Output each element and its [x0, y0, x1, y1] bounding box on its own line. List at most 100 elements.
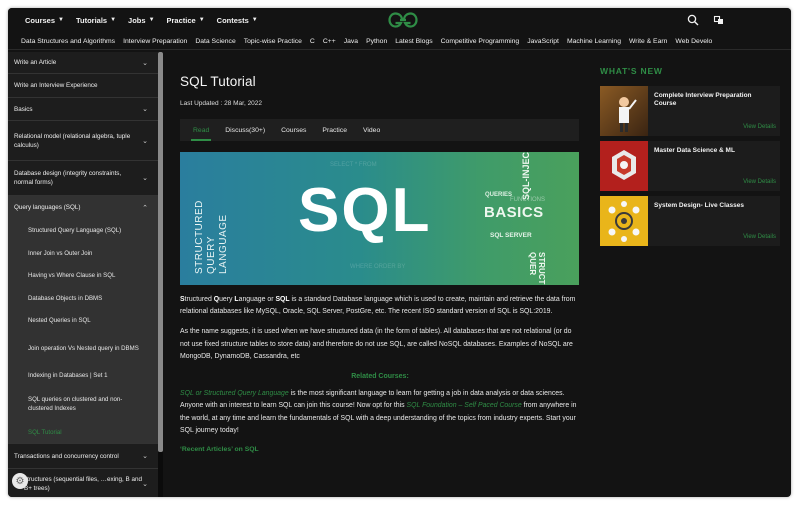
banner-ghost-text: SELECT * FROM: [330, 162, 377, 168]
sidebar-item-interview-experience[interactable]: Write an Interview Experience: [8, 74, 158, 98]
sidebar-subitem-label: Join operation Vs Nested query in DBMS: [28, 344, 139, 352]
sidebar-subitem[interactable]: Indexing in Databases | Set 1: [8, 364, 158, 386]
sidebar-item-query-languages[interactable]: Query languages (SQL) ⌃: [8, 196, 158, 219]
category-link[interactable]: Latest Blogs: [395, 38, 432, 45]
sidebar-subitem-label: SQL Tutorial: [28, 428, 62, 436]
sidebar-subitem[interactable]: Structured Query Language (SQL): [8, 219, 158, 242]
banner-vertical-line: QUERY: [206, 236, 217, 274]
course-card[interactable]: Master Data Science & ML View Details: [600, 141, 780, 191]
chevron-down-icon: ⌄: [142, 453, 148, 460]
sidebar-subitem[interactable]: Inner Join vs Outer Join: [8, 242, 158, 264]
category-link[interactable]: Machine Learning: [567, 38, 621, 45]
chevron-down-icon: ▼: [58, 17, 64, 23]
scrollbar-thumb[interactable]: [158, 52, 163, 452]
sidebar-subitem-label: Having vs Where Clause in SQL: [28, 272, 116, 279]
chevron-up-icon: ⌃: [142, 204, 148, 212]
bold-term: SQL: [275, 296, 290, 303]
menu-label: Practice: [166, 15, 196, 25]
banner-vertical-text: STRUCTURED QUERY LANGUAGE: [194, 200, 230, 274]
settings-gear-icon[interactable]: ⚙: [12, 473, 28, 489]
search-icon[interactable]: [687, 13, 699, 26]
category-link[interactable]: Web Develo: [675, 38, 712, 45]
article-tabs: Read Discuss(30+) Courses Practice Video: [180, 119, 579, 141]
sidebar-subitem-current[interactable]: SQL Tutorial: [8, 421, 158, 443]
category-link[interactable]: JavaScript: [527, 38, 559, 45]
theme-toggle-icon[interactable]: [713, 13, 725, 25]
gfg-logo-icon[interactable]: [388, 12, 418, 28]
sidebar-subitem[interactable]: Database Objects in DBMS: [8, 287, 158, 309]
category-link[interactable]: Data Structures and Algorithms: [21, 38, 115, 45]
menu-jobs[interactable]: Jobs ▼: [128, 16, 154, 25]
category-link[interactable]: Python: [366, 38, 387, 45]
chevron-down-icon: ⌄: [142, 480, 148, 488]
tab-video[interactable]: Video: [363, 119, 380, 141]
category-link[interactable]: Data Science: [195, 38, 235, 45]
menu-practice[interactable]: Practice ▼: [167, 16, 205, 25]
banner-queries: QUERIES: [485, 192, 513, 198]
category-link[interactable]: Java: [344, 38, 358, 45]
menu-label: Contests: [216, 15, 249, 25]
sidebar-item-file-structures[interactable]: structures (sequential files, …exing, B …: [8, 469, 158, 497]
category-link[interactable]: Interview Preparation: [123, 38, 187, 45]
tab-courses[interactable]: Courses: [281, 119, 306, 141]
tab-practice[interactable]: Practice: [322, 119, 347, 141]
banner-basics: BASICS: [484, 204, 544, 221]
chevron-down-icon: ▼: [148, 17, 155, 23]
sidebar-subitem-label: Nested Queries in SQL: [28, 317, 91, 324]
sidebar-subitem-label: Indexing in Databases | Set 1: [28, 371, 108, 379]
sidebar-item-basics[interactable]: Basics ⌄: [8, 98, 158, 121]
sidebar-item-label: Write an Interview Experience: [14, 82, 98, 89]
sidebar-item-label: Query languages (SQL): [14, 204, 81, 211]
text-run: anguage or: [238, 296, 276, 303]
banner-structured-query: STRUCTURED QUER: [528, 252, 546, 285]
sidebar-item-relational-model[interactable]: Relational model (relational algebra, tu…: [8, 121, 158, 161]
sidebar-subitem-label: Inner Join vs Outer Join: [28, 249, 93, 257]
sidebar-item-database-design[interactable]: Database design (integrity constraints, …: [8, 161, 158, 196]
course-card[interactable]: Complete Interview Preparation Course Vi…: [600, 86, 780, 136]
sidebar-item-transactions[interactable]: Transactions and concurrency control ⌄: [8, 443, 158, 469]
data-science-thumbnail: [600, 141, 648, 191]
banner-vertical-line: LANGUAGE: [218, 214, 229, 274]
sidebar-subitem-label: Structured Query Language (SQL): [28, 227, 122, 234]
menu-label: Tutorials: [75, 15, 108, 25]
sidebar-item-label: Relational model (relational algebra, tu…: [14, 132, 131, 149]
main-menu: Courses ▼ Tutorials ▼ Jobs ▼ Practice ▼ Cont…: [25, 16, 258, 25]
tab-read[interactable]: Read: [190, 119, 212, 141]
category-link[interactable]: C: [310, 38, 315, 45]
category-link[interactable]: Competitive Programming: [441, 38, 520, 45]
view-details-link[interactable]: View Details: [743, 124, 776, 130]
sidebar-subitem[interactable]: SQL queries on clustered and non-cluster…: [8, 386, 158, 421]
sidebar-subitem-label: Database Objects in DBMS: [28, 294, 103, 302]
menu-tutorials[interactable]: Tutorials ▼: [76, 16, 116, 25]
interview-prep-thumbnail: [600, 86, 648, 136]
sidebar-subitem[interactable]: Having vs Where Clause in SQL: [8, 264, 158, 287]
sql-course-link[interactable]: SQL or Structured Query Language: [180, 390, 289, 397]
course-paragraph: SQL or Structured Query Language is the …: [180, 388, 579, 438]
chevron-down-icon: ▼: [251, 17, 258, 23]
category-link[interactable]: C++: [323, 38, 336, 45]
category-link[interactable]: Topic-wise Practice: [244, 38, 302, 45]
sidebar-item-write-article[interactable]: Write an Article ⌄: [8, 52, 158, 74]
sidebar-scrollbar[interactable]: [158, 52, 163, 497]
browser-page: Courses ▼ Tutorials ▼ Jobs ▼ Practice ▼ Cont…: [8, 8, 791, 497]
nosql-paragraph: As the name suggests, it is used when we…: [180, 328, 573, 360]
menu-courses[interactable]: Courses ▼: [25, 16, 64, 25]
sql-foundation-link[interactable]: SQL Foundation – Self Paced Course: [407, 402, 522, 409]
view-details-link[interactable]: View Details: [743, 179, 776, 185]
sidebar-subitem[interactable]: Nested Queries in SQL: [8, 309, 158, 332]
tab-discuss[interactable]: Discuss(30+): [225, 119, 265, 141]
course-card[interactable]: System Design- Live Classes View Details: [600, 196, 780, 246]
banner-vertical-line: STRUCTURED: [194, 200, 205, 274]
card-title: Complete Interview Preparation Course: [654, 92, 752, 107]
view-details-link[interactable]: View Details: [743, 234, 776, 240]
text-run: uery: [219, 296, 235, 303]
sidebar-subitem[interactable]: Join operation Vs Nested query in DBMS: [8, 332, 158, 364]
sidebar-item-label: Transactions and concurrency control: [14, 452, 119, 460]
category-link[interactable]: Write & Earn: [629, 38, 667, 45]
category-bar: Data Structures and Algorithms Interview…: [8, 34, 791, 50]
recent-articles-link[interactable]: ‘Recent Articles’ on SQL: [180, 446, 580, 453]
card-title: System Design- Live Classes: [654, 202, 744, 209]
banner-ghost-text: WHERE ORDER BY: [350, 264, 406, 270]
sql-banner-image: SELECT * FROM WHERE ORDER BY STRUCTURED …: [180, 152, 579, 285]
menu-contests[interactable]: Contests ▼: [217, 16, 258, 25]
